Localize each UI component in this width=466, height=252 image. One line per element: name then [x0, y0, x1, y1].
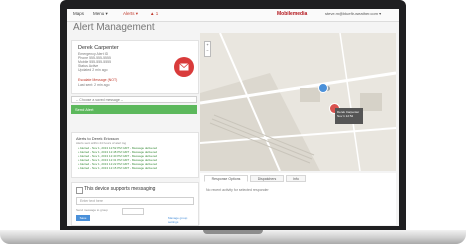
nav-item-menu[interactable]: Menu ▾: [93, 11, 108, 17]
map-popup: Derek Carpenter Nov 1 12:52: [335, 108, 363, 124]
alert-row: • Alerted - Nov 1, 2013 12:15 PM GMT - M…: [78, 166, 158, 170]
nav-item-alerts[interactable]: Alerts ▾: [123, 11, 138, 17]
alerts-subtitle: Alerts sent within 24 hours of alert log: [76, 141, 127, 145]
tab-response-options[interactable]: Response Options: [204, 175, 248, 182]
alerts-history-card: Alerts to Derek Ericsson Alerts sent wit…: [71, 132, 199, 178]
message-select[interactable]: -- Choose a saved message --: [71, 96, 197, 103]
zoom-out-button[interactable]: −: [205, 48, 210, 54]
contact-line: Updated 2 min ago: [78, 68, 108, 72]
tab-content: No recent activity for selected responde…: [206, 188, 269, 192]
escalate-timestamp: Last sent: 2 min ago: [78, 83, 110, 87]
nav-item-maps[interactable]: Maps: [73, 11, 84, 16]
tabs-panel: Response Options Dispatchers Info No rec…: [200, 173, 396, 225]
envelope-icon: [179, 63, 189, 71]
group-select[interactable]: [122, 208, 144, 215]
contact-name: Derek Carpenter: [78, 45, 119, 51]
send-message-button[interactable]: [174, 57, 194, 77]
messaging-label: This device supports messaging: [84, 186, 156, 192]
laptop-notch: [203, 230, 263, 234]
save-button[interactable]: Save: [76, 215, 90, 221]
map-tiles: [200, 33, 396, 171]
group-hint: Send message to group: [76, 208, 108, 212]
tab-dispatchers[interactable]: Dispatchers: [250, 175, 284, 182]
page-title: Alert Management: [73, 22, 155, 33]
tab-info[interactable]: Info: [286, 175, 306, 182]
location-pin-icon[interactable]: [318, 83, 328, 93]
popup-subtitle: Nov 1 12:52: [337, 114, 354, 118]
left-panel: Derek Carpenter Emergency Alert ID Phone…: [71, 40, 199, 226]
app-screen: Maps Menu ▾ Alerts ▾ ▲ 1 Mobilemedia ste…: [67, 9, 399, 226]
user-menu[interactable]: steve.m@bluefir-weather.com ▾: [325, 11, 381, 16]
escalate-link[interactable]: Escalate Message (NOT): [78, 78, 117, 82]
engagement-card: This device supports messaging Enter tex…: [71, 182, 199, 226]
message-input[interactable]: Enter text here: [76, 197, 194, 205]
send-alert-button[interactable]: Send Alert: [71, 105, 197, 114]
brand-logo: Mobilemedia: [277, 11, 308, 17]
map-view[interactable]: + − Derek Carpenter Nov 1 12:52: [200, 33, 396, 171]
messaging-checkbox[interactable]: [76, 187, 83, 194]
contact-card: Derek Carpenter Emergency Alert ID Phone…: [71, 40, 199, 94]
top-nav-bar: Maps Menu ▾ Alerts ▾ ▲ 1 Mobilemedia ste…: [67, 9, 399, 22]
zoom-control[interactable]: + −: [204, 41, 211, 57]
group-settings-link[interactable]: Manage group settings: [168, 216, 198, 224]
nav-item-alert-count[interactable]: ▲ 1: [150, 11, 158, 16]
